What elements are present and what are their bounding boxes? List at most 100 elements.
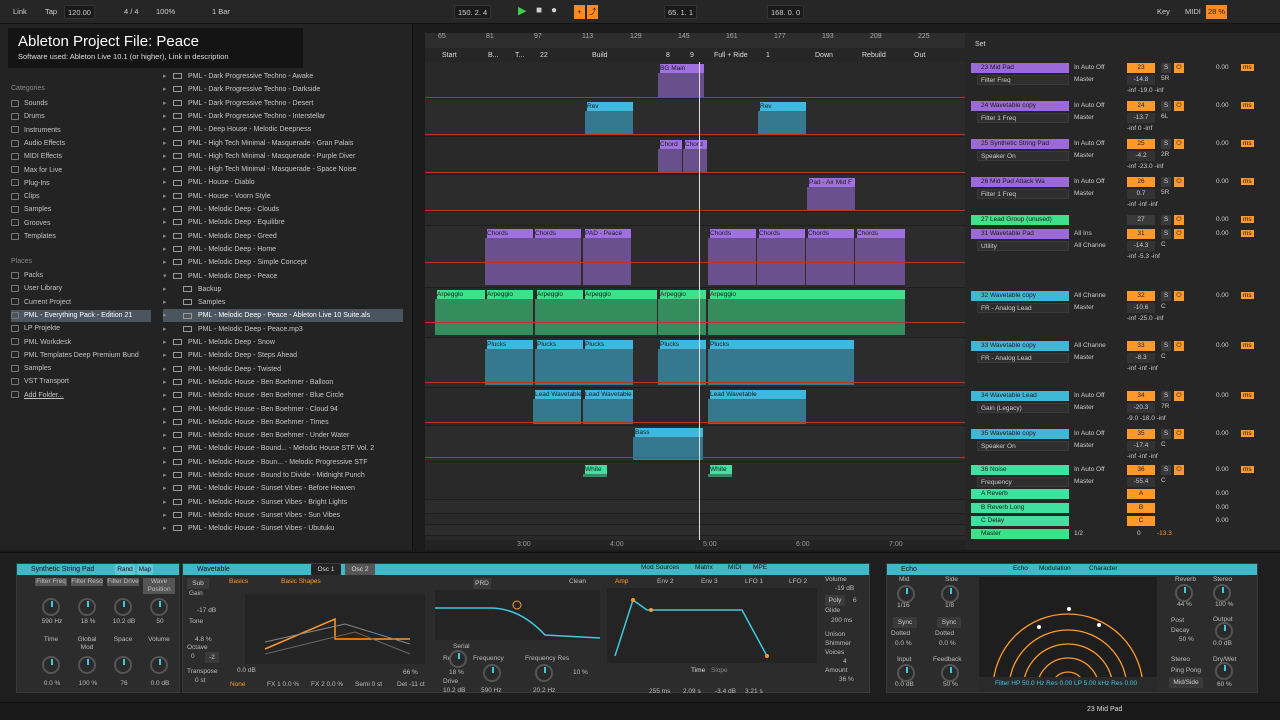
activator-button[interactable]: ⏻	[1174, 101, 1184, 111]
locator-marker[interactable]: Full + Ride	[714, 52, 748, 59]
mpe-tab[interactable]: MPE	[753, 564, 767, 571]
draw-mode-icon[interactable]: ⤴	[587, 5, 598, 19]
expand-arrow-icon[interactable]: ▸	[163, 176, 167, 189]
activator-button[interactable]: ⏻	[1174, 429, 1184, 439]
mixer-track[interactable]: 23 Mid Pad Filter Freq In Auto Off Master 23…	[969, 63, 1269, 99]
track-lane[interactable]	[425, 462, 965, 500]
browser-item[interactable]: ▸ PML - Melodic House - Ben Boehmer - Clo…	[163, 403, 403, 416]
track-volume-db[interactable]: 0.00	[1216, 230, 1229, 237]
track-lane[interactable]	[425, 525, 965, 536]
macro-dial[interactable]	[114, 598, 132, 616]
pan-value[interactable]: C	[1161, 303, 1166, 310]
filter-env-amount[interactable]: 10 %	[573, 669, 588, 676]
track-volume-db[interactable]: 0.00	[1216, 216, 1229, 223]
expand-arrow-icon[interactable]: ▸	[163, 309, 167, 322]
clip[interactable]: White	[708, 465, 732, 477]
device-parameter-chooser[interactable]: Filter 1 Freq	[977, 113, 1069, 123]
osc2-tab[interactable]: Osc 2	[345, 564, 375, 575]
device-parameter-chooser[interactable]: Filter Freq	[977, 75, 1069, 85]
activator-button[interactable]: ⏻	[1174, 291, 1184, 301]
macro-value[interactable]: 18 %	[71, 618, 105, 625]
osc1-tab[interactable]: Osc 1	[311, 564, 341, 575]
clip[interactable]: Chords	[757, 229, 805, 285]
track-lane[interactable]	[425, 212, 965, 226]
input-monitor[interactable]: In Auto Off	[1074, 466, 1105, 473]
side-time-value[interactable]: 1/8	[945, 602, 954, 609]
mixer-track[interactable]: 25 Synthetic String Pad Speaker On In Auto…	[969, 139, 1269, 175]
clip[interactable]: Chord	[658, 140, 682, 172]
mid-side-button[interactable]: Mid/Side	[1169, 677, 1203, 688]
macro-knob[interactable]: Filter Reso 18 %	[71, 578, 105, 634]
record-icon[interactable]: ●	[551, 4, 557, 18]
filter-display[interactable]	[435, 590, 600, 640]
browser-item[interactable]: ▾ PML - Melodic Deep - Peace	[163, 270, 403, 283]
solo-button[interactable]: S	[1161, 177, 1171, 187]
send-values[interactable]: -inf -inf -inf	[1127, 201, 1158, 208]
activator-button[interactable]: ⏻	[1174, 177, 1184, 187]
track-lane[interactable]	[425, 175, 965, 212]
category-item[interactable]: Max for Live	[11, 165, 62, 177]
wavetable-display[interactable]	[245, 594, 425, 664]
echo-tab[interactable]: Echo	[1013, 565, 1028, 572]
poly-button[interactable]: Poly	[825, 595, 845, 606]
device-parameter-chooser[interactable]: Speaker On	[977, 441, 1069, 451]
macro-dial[interactable]	[114, 656, 132, 674]
clip[interactable]: Plucks	[485, 340, 533, 385]
volume-value[interactable]: -13.7	[1127, 113, 1155, 123]
macro-knob[interactable]: Volume 0.0 dB	[143, 636, 177, 692]
browser-item[interactable]: ▸ PML - Melodic Deep - Simple Concept	[163, 256, 403, 269]
clip[interactable]: Rev	[758, 102, 806, 134]
track-name[interactable]: 35 Wavetable copy	[971, 429, 1069, 439]
track-lane[interactable]	[425, 500, 965, 514]
track-number[interactable]: 35	[1127, 429, 1155, 439]
clip[interactable]: Bass	[633, 428, 703, 460]
expand-arrow-icon[interactable]: ▸	[163, 363, 167, 376]
browser-item[interactable]: ▸ Samples	[163, 296, 403, 309]
expand-arrow-icon[interactable]: ▸	[163, 416, 167, 429]
automation-line[interactable]	[425, 134, 965, 135]
volume-value[interactable]: -14.3	[1127, 241, 1155, 251]
arrangement-view[interactable]: BG Main Rev Rev Chord Chord Pad - Air Mid F Ch…	[425, 62, 965, 549]
category-item[interactable]: Clips	[11, 191, 40, 203]
send-values[interactable]: -inf -5.3 -inf	[1127, 253, 1160, 260]
return-track[interactable]: B Reverb Long B 0.00	[969, 503, 1269, 515]
automation-arm-icon[interactable]: +	[574, 5, 585, 19]
macro-dial[interactable]	[150, 656, 168, 674]
input-monitor[interactable]: In Auto Off	[1074, 392, 1105, 399]
mixer-track[interactable]: 31 Wavetable Pad Utility All Ins All Channe…	[969, 229, 1269, 265]
side-mode[interactable]: Dotted	[935, 630, 954, 637]
browser-item[interactable]: ▸ PML - Melodic House - Bound... - Melodi…	[163, 442, 403, 455]
send-values[interactable]: -inf -25.0 -inf	[1127, 315, 1164, 322]
expand-arrow-icon[interactable]: ▸	[163, 230, 167, 243]
macro-dial[interactable]	[42, 656, 60, 674]
expand-arrow-icon[interactable]: ▸	[163, 70, 167, 83]
macro-value[interactable]: 50	[143, 618, 177, 625]
expand-arrow-icon[interactable]: ▸	[163, 163, 167, 176]
macro-value[interactable]: 590 Hz	[35, 618, 69, 625]
expand-arrow-icon[interactable]: ▸	[163, 429, 167, 442]
device-parameter-chooser[interactable]: FR - Analog Lead	[977, 353, 1069, 363]
macro-value[interactable]: 76	[107, 680, 141, 687]
category-item[interactable]: MIDI Effects	[11, 151, 62, 163]
rack-title[interactable]: Synthetic String Pad	[17, 564, 179, 575]
expand-arrow-icon[interactable]: ▸	[163, 216, 167, 229]
track-volume-db[interactable]: 0.00	[1216, 102, 1229, 109]
browser-item[interactable]: ▸ PML - Melodic House - Sunset Vibes - Ub…	[163, 522, 403, 535]
browser-item[interactable]: ▸ PML - High Tech Minimal - Masquerade - …	[163, 150, 403, 163]
lfo1-tab[interactable]: LFO 1	[745, 578, 763, 585]
browser-item[interactable]: ▸ PML - Melodic Deep - Clouds	[163, 203, 403, 216]
volume-value[interactable]: -55.4	[1127, 477, 1155, 487]
track-volume-db[interactable]: 0.00	[1216, 140, 1229, 147]
mixer-track[interactable]: 33 Wavetable copy FR - Analog Lead All Cha…	[969, 341, 1269, 377]
input-monitor[interactable]: In Auto Off	[1074, 140, 1105, 147]
clip[interactable]: Chords	[708, 229, 756, 285]
place-item[interactable]: Add Folder...	[11, 390, 151, 402]
expand-arrow-icon[interactable]: ▸	[163, 389, 167, 402]
mid-mode[interactable]: Dotted	[891, 630, 910, 637]
track-number[interactable]: 27	[1127, 215, 1155, 225]
osc-position-value[interactable]: 66 %	[403, 669, 418, 676]
track-volume-db[interactable]: 0.00	[1216, 64, 1229, 71]
expand-arrow-icon[interactable]: ▸	[163, 83, 167, 96]
locator-marker[interactable]: 22	[540, 52, 548, 59]
attack-value[interactable]: 255 ms	[649, 688, 670, 695]
